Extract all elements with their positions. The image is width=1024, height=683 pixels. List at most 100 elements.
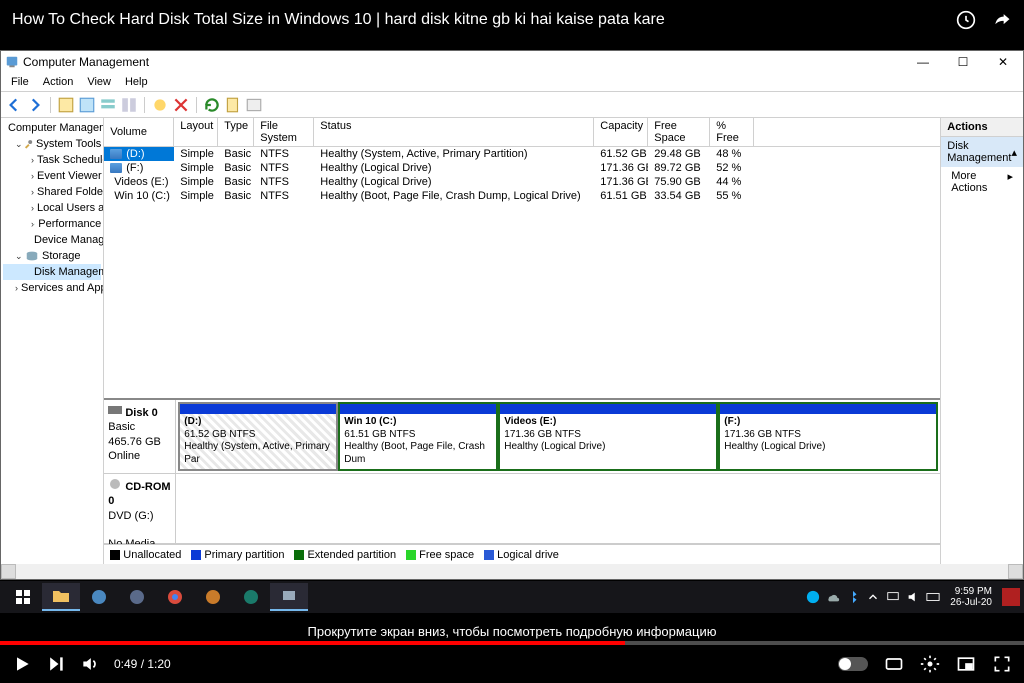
taskbar-computer-management[interactable] bbox=[270, 583, 308, 611]
folder-icon bbox=[52, 588, 70, 604]
col-percent-free[interactable]: % Free bbox=[710, 118, 754, 146]
tree-root[interactable]: Computer Management (Local bbox=[3, 120, 101, 136]
tray-language-icon[interactable] bbox=[926, 590, 940, 604]
taskbar-app-2[interactable] bbox=[118, 583, 156, 611]
tree-performance[interactable]: ›Performance bbox=[3, 216, 101, 232]
disk-graphical-view[interactable]: Disk 0 Basic 465.76 GB Online (D:)61.52 … bbox=[104, 398, 940, 544]
video-area: Computer Management — ☐ ✕ File Action Vi… bbox=[0, 40, 1024, 683]
col-capacity[interactable]: Capacity bbox=[594, 118, 648, 146]
tray-volume-icon[interactable] bbox=[906, 590, 920, 604]
tools-icon bbox=[23, 137, 34, 151]
cdrom-info[interactable]: CD-ROM 0 DVD (G:) No Media bbox=[104, 474, 176, 543]
toolbar bbox=[1, 92, 1023, 118]
tray-bluetooth-icon[interactable] bbox=[846, 590, 860, 604]
volume-row[interactable]: Videos (E:)SimpleBasicNTFSHealthy (Logic… bbox=[104, 175, 940, 189]
app-icon bbox=[5, 55, 19, 69]
window-title: Computer Management bbox=[23, 55, 903, 69]
edge-icon bbox=[243, 589, 259, 605]
volume-list[interactable]: Volume Layout Type File System Status Ca… bbox=[104, 118, 940, 398]
new-icon[interactable] bbox=[224, 96, 242, 114]
windows-taskbar[interactable]: 9:59 PM 26-Jul-20 bbox=[0, 581, 1024, 613]
partition[interactable]: Videos (E:)171.36 GB NTFSHealthy (Logica… bbox=[498, 402, 718, 471]
tree-system-tools[interactable]: ⌄System Tools bbox=[3, 136, 101, 152]
col-layout[interactable]: Layout bbox=[174, 118, 218, 146]
partition[interactable]: (F:)171.36 GB NTFSHealthy (Logical Drive… bbox=[718, 402, 938, 471]
show-hide-icon[interactable] bbox=[78, 96, 96, 114]
tree-services[interactable]: ›Services and Applications bbox=[3, 280, 101, 296]
chrome-icon bbox=[167, 589, 183, 605]
view-icon[interactable] bbox=[99, 96, 117, 114]
tree-disk-management[interactable]: Disk Management bbox=[3, 264, 101, 280]
delete-icon[interactable] bbox=[172, 96, 190, 114]
settings-icon[interactable] bbox=[920, 654, 940, 674]
horizontal-scrollbar[interactable] bbox=[1, 564, 1023, 579]
next-button[interactable] bbox=[46, 654, 66, 674]
volume-row[interactable]: (D:)SimpleBasicNTFSHealthy (System, Acti… bbox=[104, 147, 940, 161]
volume-row[interactable]: (F:)SimpleBasicNTFSHealthy (Logical Driv… bbox=[104, 161, 940, 175]
taskbar-edge[interactable] bbox=[232, 583, 270, 611]
play-button[interactable] bbox=[12, 654, 32, 674]
scroll-left-icon[interactable] bbox=[1, 564, 16, 579]
minimize-button[interactable]: — bbox=[903, 51, 943, 73]
autoplay-toggle[interactable] bbox=[838, 657, 868, 671]
taskbar-file-explorer[interactable] bbox=[42, 583, 80, 611]
actions-section[interactable]: Disk Management▴ bbox=[941, 137, 1023, 167]
refresh-icon[interactable] bbox=[203, 96, 221, 114]
disk0-info[interactable]: Disk 0 Basic 465.76 GB Online bbox=[104, 400, 176, 473]
properties-icon[interactable] bbox=[57, 96, 75, 114]
chevron-right-icon: ▸ bbox=[1007, 170, 1013, 194]
captions-icon[interactable] bbox=[884, 654, 904, 674]
volume-header-row: Volume Layout Type File System Status Ca… bbox=[104, 118, 940, 147]
legend: Unallocated Primary partition Extended p… bbox=[104, 544, 940, 564]
menu-help[interactable]: Help bbox=[119, 75, 154, 89]
tree-task-scheduler[interactable]: ›Task Scheduler bbox=[3, 152, 101, 168]
col-status[interactable]: Status bbox=[314, 118, 594, 146]
tree-event-viewer[interactable]: ›Event Viewer bbox=[3, 168, 101, 184]
taskbar-chrome[interactable] bbox=[156, 583, 194, 611]
back-icon[interactable] bbox=[5, 96, 23, 114]
tray-recording-icon[interactable] bbox=[1002, 588, 1020, 606]
miniplayer-icon[interactable] bbox=[956, 654, 976, 674]
mmc-icon bbox=[281, 588, 297, 604]
start-button[interactable] bbox=[4, 583, 42, 611]
menu-action[interactable]: Action bbox=[37, 75, 80, 89]
partition[interactable]: Win 10 (C:)61.51 GB NTFSHealthy (Boot, P… bbox=[338, 402, 498, 471]
window-titlebar[interactable]: Computer Management — ☐ ✕ bbox=[1, 51, 1023, 73]
actions-panel: Actions Disk Management▴ More Actions▸ bbox=[940, 118, 1023, 564]
video-title: How To Check Hard Disk Total Size in Win… bbox=[12, 11, 956, 29]
center-panel: Volume Layout Type File System Status Ca… bbox=[104, 118, 940, 564]
tray-network-icon[interactable] bbox=[886, 590, 900, 604]
partition[interactable]: (D:)61.52 GB NTFSHealthy (System, Active… bbox=[178, 402, 338, 471]
columns-icon[interactable] bbox=[120, 96, 138, 114]
menu-view[interactable]: View bbox=[81, 75, 117, 89]
list-icon[interactable] bbox=[245, 96, 263, 114]
volume-row[interactable]: Win 10 (C:)SimpleBasicNTFSHealthy (Boot,… bbox=[104, 189, 940, 203]
tree-local-users[interactable]: ›Local Users and Groups bbox=[3, 200, 101, 216]
tray-onedrive-icon[interactable] bbox=[826, 590, 840, 604]
tree-shared-folders[interactable]: ›Shared Folders bbox=[3, 184, 101, 200]
col-volume[interactable]: Volume bbox=[104, 118, 174, 146]
settings-icon[interactable] bbox=[151, 96, 169, 114]
tree-device-manager[interactable]: Device Manager bbox=[3, 232, 101, 248]
col-filesystem[interactable]: File System bbox=[254, 118, 314, 146]
tray-chevron-up-icon[interactable] bbox=[866, 590, 880, 604]
forward-icon[interactable] bbox=[26, 96, 44, 114]
tray-skype-icon[interactable] bbox=[806, 590, 820, 604]
col-type[interactable]: Type bbox=[218, 118, 254, 146]
watch-later-icon[interactable] bbox=[956, 10, 976, 30]
close-button[interactable]: ✕ bbox=[983, 51, 1023, 73]
volume-icon[interactable] bbox=[80, 654, 100, 674]
share-icon[interactable] bbox=[992, 10, 1012, 30]
taskbar-browser-1[interactable] bbox=[80, 583, 118, 611]
col-free[interactable]: Free Space bbox=[648, 118, 710, 146]
tree-storage[interactable]: ⌄Storage bbox=[3, 248, 101, 264]
maximize-button[interactable]: ☐ bbox=[943, 51, 983, 73]
actions-more[interactable]: More Actions▸ bbox=[941, 167, 1023, 197]
menubar: File Action View Help bbox=[1, 73, 1023, 92]
navigation-tree[interactable]: Computer Management (Local ⌄System Tools… bbox=[1, 118, 104, 564]
taskbar-app-4[interactable] bbox=[194, 583, 232, 611]
menu-file[interactable]: File bbox=[5, 75, 35, 89]
scroll-right-icon[interactable] bbox=[1008, 564, 1023, 579]
taskbar-clock[interactable]: 9:59 PM 26-Jul-20 bbox=[946, 586, 996, 608]
fullscreen-icon[interactable] bbox=[992, 654, 1012, 674]
